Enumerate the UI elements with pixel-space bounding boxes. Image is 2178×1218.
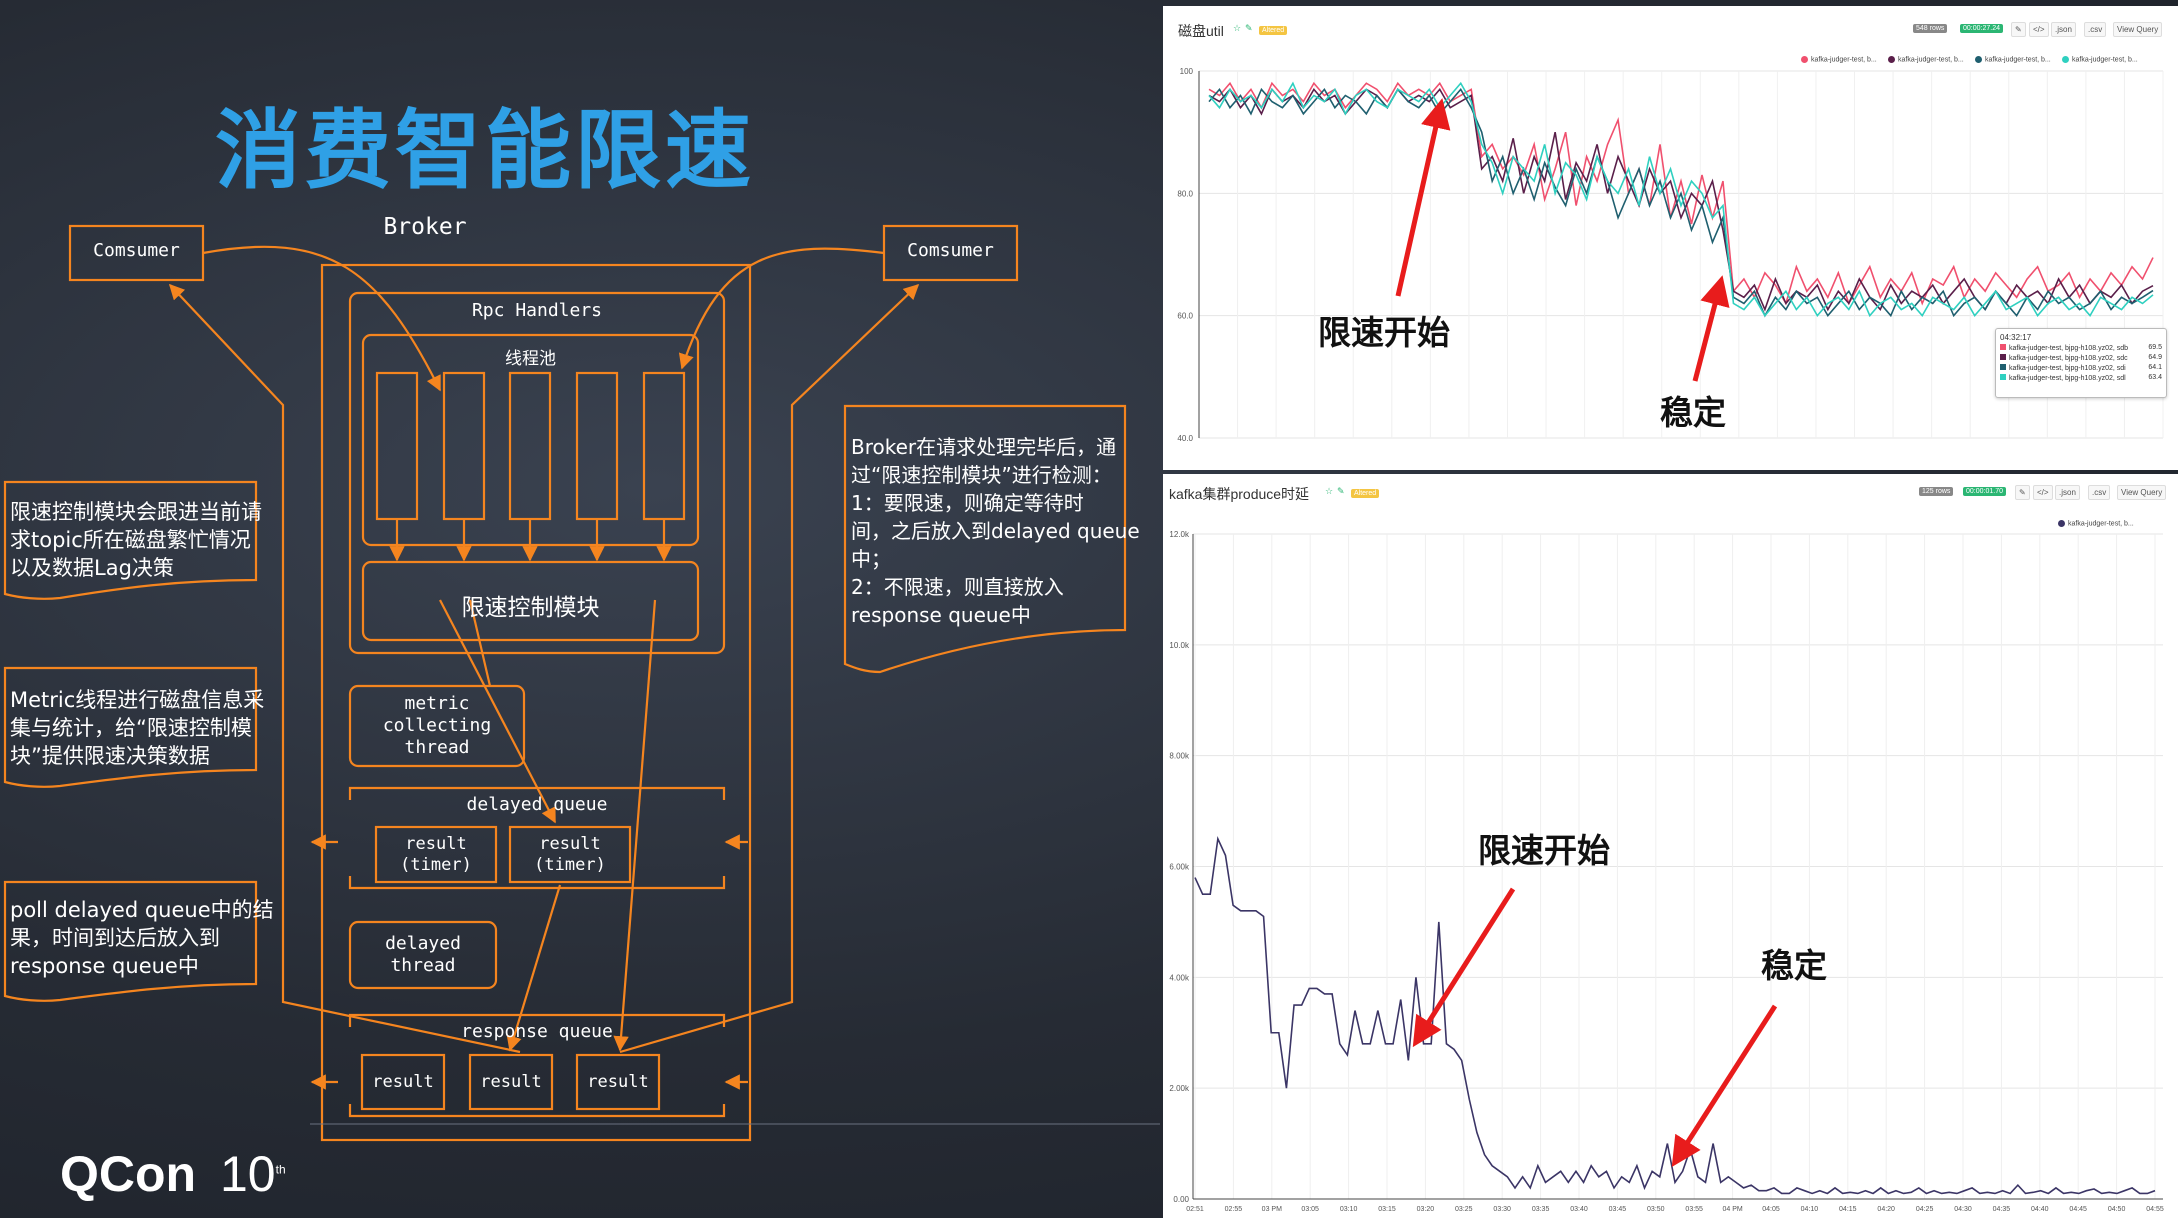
- rate-limit-module-label: 限速控制模块: [461, 595, 600, 621]
- y-tick-label: 12.0k: [1169, 530, 1190, 539]
- x-tick-label: 03:30: [1493, 1206, 1511, 1213]
- thread-3: [508, 371, 552, 521]
- series-line: [1194, 835, 2156, 1195]
- response-result-1-label: result: [372, 1072, 434, 1092]
- tooltip-row: kafka-judger-test, bjpg-h108.yz02, sdb 69…: [2000, 344, 2162, 352]
- x-tick-label: 04:35: [1993, 1206, 2011, 1213]
- y-tick-label: 8.00k: [1169, 752, 1190, 761]
- x-tick-label: 04:20: [1877, 1206, 1895, 1213]
- annotation-rate-limit-start: 限速开始: [1318, 313, 1450, 352]
- annotation-stable: 稳定: [1761, 946, 1827, 985]
- y-tick-label: 60.0: [1177, 312, 1193, 321]
- x-tick-label: 03:20: [1417, 1206, 1435, 1213]
- delayed-queue-label: delayed queue: [466, 794, 608, 815]
- note-left-1: 限速控制模块会跟进当前请 求topic所在磁盘繁忙情况 以及数据Lag决策: [10, 500, 262, 580]
- note-left-3: poll delayed queue中的结 果，时间到达后放入到 response …: [10, 898, 274, 978]
- x-tick-label: 03:50: [1647, 1206, 1665, 1213]
- annotation-stable: 稳定: [1660, 393, 1726, 432]
- tooltip-row: kafka-judger-test, bjpg-h108.yz02, sdi 64…: [2000, 364, 2162, 372]
- x-tick-label: 04:05: [1762, 1206, 1780, 1213]
- thread-4: [575, 371, 619, 521]
- y-tick-label: 40.0: [1177, 434, 1193, 443]
- consumer-right-label: Comsumer: [907, 240, 994, 261]
- series-line: [1208, 87, 2154, 318]
- red-arrow-stable: [1692, 275, 1730, 382]
- response-result-3-label: result: [587, 1072, 649, 1092]
- red-arrow-start: [1395, 98, 1451, 297]
- x-tick-label: 03:10: [1340, 1206, 1358, 1213]
- annotation-rate-limit-start: 限速开始: [1478, 831, 1610, 870]
- x-tick-label: 04:40: [2031, 1206, 2049, 1213]
- produce-latency-panel: kafka集群produce时延 ☆ ✎ Altered 125 rows 00…: [1163, 474, 2178, 1218]
- delayed-thread-label: delayed thread: [385, 933, 461, 976]
- x-tick-label: 03:40: [1570, 1206, 1588, 1213]
- qcon-logo: QCon 10th: [60, 1146, 286, 1202]
- x-tick-label: 03:45: [1609, 1206, 1627, 1213]
- tooltip-row: kafka-judger-test, bjpg-h108.yz02, sdc 64…: [2000, 354, 2162, 362]
- x-tick-label: 04:45: [2069, 1206, 2087, 1213]
- y-tick-label: 80.0: [1177, 189, 1193, 198]
- y-tick-label: 100: [1180, 67, 1194, 76]
- consumer-left-label: Comsumer: [93, 240, 180, 261]
- x-tick-label: 04:10: [1801, 1206, 1819, 1213]
- x-tick-label: 04:50: [2108, 1206, 2126, 1213]
- y-tick-label: 2.00k: [1169, 1084, 1190, 1093]
- delayed-result-2-label: result (timer): [534, 833, 606, 875]
- x-tick-label: 04:55: [2146, 1206, 2164, 1213]
- x-tick-label: 04 PM: [1722, 1206, 1742, 1213]
- tooltip-row: kafka-judger-test, bjpg-h108.yz02, sdl 63…: [2000, 374, 2162, 382]
- red-arrow-start: [1412, 887, 1516, 1048]
- x-tick-label: 02:51: [1186, 1206, 1204, 1213]
- response-queue-label: response queue: [461, 1021, 613, 1042]
- tooltip-box: 04:32:17 kafka-judger-test, bjpg-h108.yz…: [1995, 328, 2167, 398]
- produce-latency-chart: 12.0k 10.0k 8.00k 6.00k 4.00k 2.00k 0.00 02:51 0…: [1169, 530, 2164, 1213]
- series-line: [1208, 81, 2154, 318]
- x-tick-label: 03:55: [1685, 1206, 1703, 1213]
- delayed-result-1-label: result (timer): [400, 833, 472, 875]
- y-tick-label: 0.00: [1173, 1195, 1189, 1204]
- series-line: [1208, 87, 2154, 312]
- x-tick-label: 03:25: [1455, 1206, 1473, 1213]
- rpc-handlers-label: Rpc Handlers: [471, 300, 603, 321]
- thread-1: [375, 371, 419, 521]
- disk-util-panel: 磁盘util ☆ ✎ Altered 548 rows 00:00:27.24 …: [1163, 6, 2178, 470]
- y-tick-label: 6.00k: [1169, 863, 1190, 872]
- x-tick-label: 04:25: [1916, 1206, 1934, 1213]
- thread-2: [442, 371, 486, 521]
- x-tick-label: 04:30: [1954, 1206, 1972, 1213]
- thread-5: [642, 371, 686, 521]
- note-right: Broker在请求处理完毕后，通 过“限速控制模块”进行检测： 1：要限速，则确定等…: [851, 435, 1140, 627]
- note-left-2: Metric线程进行磁盘信息采 集与统计，给“限速控制模 块”提供限速决策数据: [10, 688, 265, 768]
- y-tick-label: 4.00k: [1169, 973, 1190, 982]
- x-tick-label: 04:15: [1839, 1206, 1857, 1213]
- red-arrow-stable: [1671, 1004, 1778, 1168]
- x-tick-label: 02:55: [1225, 1206, 1243, 1213]
- broker-label: Broker: [383, 214, 467, 240]
- thread-pool-label: 线程池: [505, 349, 556, 369]
- metric-thread-label: metric collecting thread: [382, 693, 492, 758]
- x-tick-label: 03 PM: [1262, 1206, 1282, 1213]
- response-result-2-label: result: [480, 1072, 542, 1092]
- y-tick-label: 10.0k: [1169, 641, 1190, 650]
- x-tick-label: 03:35: [1532, 1206, 1550, 1213]
- x-tick-label: 03:15: [1378, 1206, 1396, 1213]
- x-tick-label: 03:05: [1301, 1206, 1319, 1213]
